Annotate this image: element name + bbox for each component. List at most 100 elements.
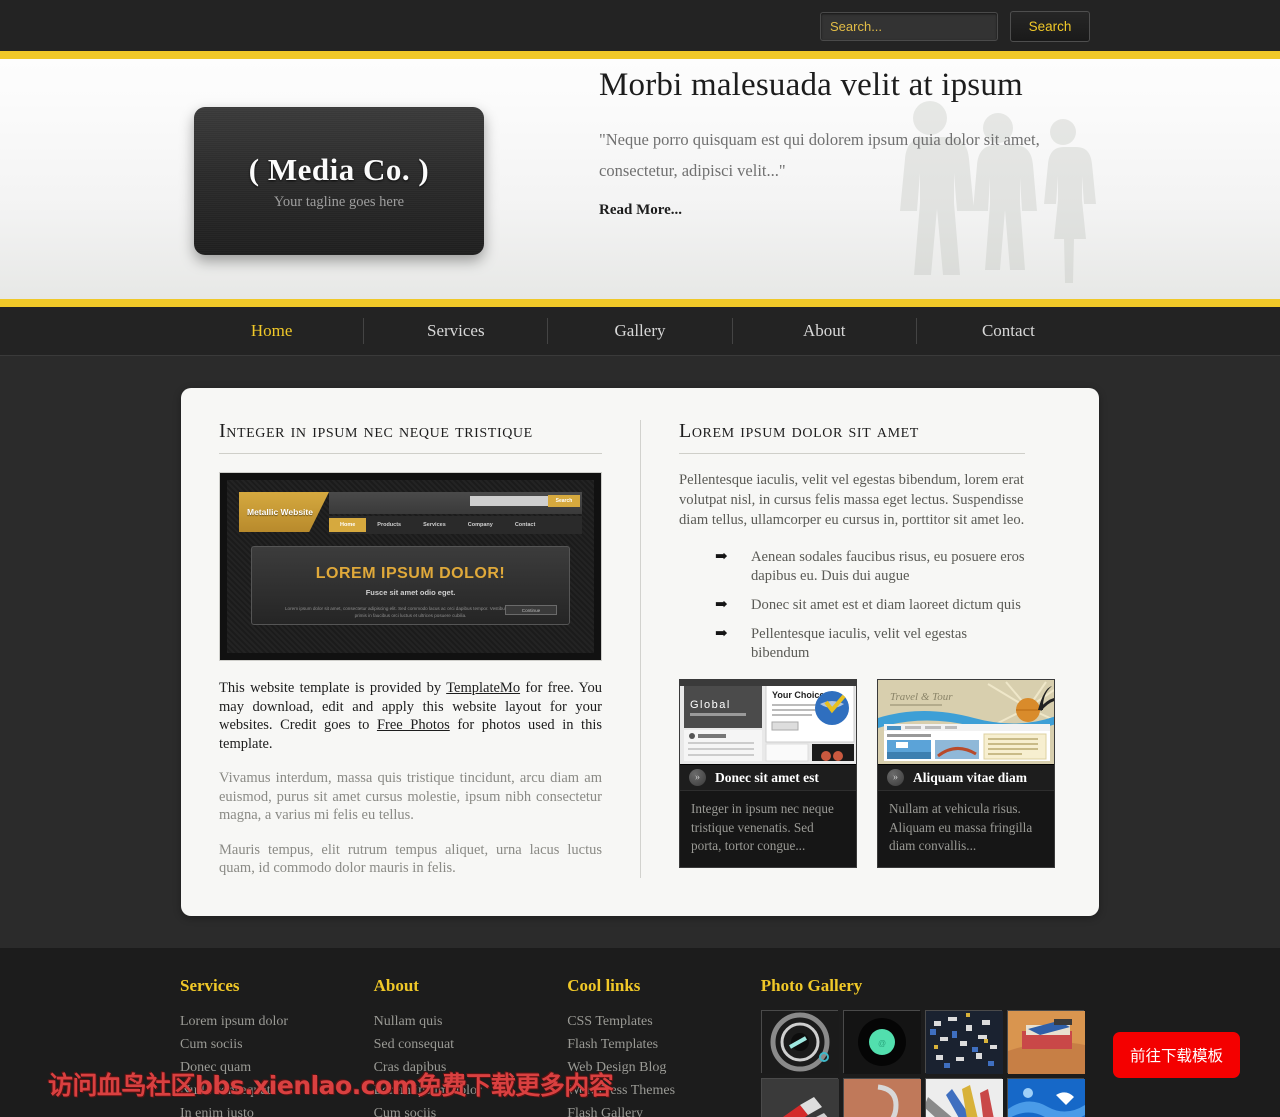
footer-list-item: Sed consequat [374, 1033, 552, 1056]
watermark-text: 访问血鸟社区bbs.xienlao.com免费下载更多内容 [48, 1070, 614, 1100]
left-column: Integer in ipsum nec neque tristique Met… [219, 420, 602, 878]
thumb-global: Global Your Choice [680, 680, 856, 764]
site-footer: Services Lorem ipsum dolor Cum sociis Donec… [0, 947, 1280, 1117]
main-navigation-bar: Home Services Gallery About Contact [0, 307, 1280, 356]
footer-link[interactable]: Sed consequat [374, 1033, 552, 1056]
screenshot-nav-item: Home [329, 518, 367, 532]
footer-link[interactable]: Nullam quis [374, 1010, 552, 1033]
footer-list-item: Flash Templates [567, 1033, 745, 1056]
promo-card-thumbnail: Travel & Tour [878, 680, 1054, 765]
screenshot-nav-item: Company [467, 522, 493, 528]
gallery-thumbnail[interactable] [760, 1009, 839, 1074]
footer-list-item: Cum sociis [180, 1033, 358, 1056]
arrow-right-icon: ➡ [715, 626, 728, 642]
footer-link[interactable]: Flash Templates [567, 1033, 745, 1056]
footer-list-item: Flash Gallery [567, 1102, 745, 1117]
feature-list-item: ➡ Aenean sodales faucibus risus, eu posue… [679, 548, 1025, 586]
screenshot-search-field [470, 496, 548, 506]
screenshot-inner: Metallic Website Search Home Products Serv… [227, 480, 594, 653]
gallery-thumbnail[interactable] [923, 1077, 1003, 1117]
banner-quote: "Neque porro quisquam est qui dolorem ip… [599, 130, 1040, 180]
right-section-heading: Lorem ipsum dolor sit amet [679, 420, 1025, 454]
search-input[interactable] [820, 12, 998, 41]
screenshot-search-button: Search [548, 495, 580, 507]
credit-paragraph: This website template is provided by Tem… [219, 679, 602, 753]
thumb-travel: Travel & Tour [878, 680, 1054, 764]
download-template-button[interactable]: 前往下载模板 [1112, 1031, 1240, 1078]
nav-item-services[interactable]: Services [364, 318, 549, 344]
main-navigation: Home Services Gallery About Contact [180, 307, 1100, 355]
svg-text:Travel & Tour: Travel & Tour [890, 691, 953, 703]
free-photos-link[interactable]: Free Photos [377, 717, 450, 733]
footer-link[interactable]: Cum sociis [180, 1033, 358, 1056]
gallery-thumbnail[interactable]: @ [842, 1009, 921, 1074]
gallery-grid: @ [760, 1009, 1100, 1117]
templatemo-link[interactable]: TemplateMo [446, 680, 520, 696]
top-search-bar: Search [0, 0, 1280, 51]
promo-card-header: » Aliquam vitae diam [878, 765, 1054, 791]
screenshot-hero: LOREM IPSUM DOLOR! Fusce sit amet odio e… [251, 546, 570, 625]
right-column: Lorem ipsum dolor sit amet Pellentesque … [640, 420, 1055, 878]
feature-list-item: ➡ Pellentesque iaculis, velit vel egestas… [679, 625, 1025, 663]
footer-list-item: Cum sociis [374, 1102, 552, 1117]
footer-list-item: Lorem ipsum dolor [180, 1010, 358, 1033]
footer-column-heading: About [373, 975, 419, 995]
promo-card-thumbnail: Global Your Choice [680, 680, 856, 765]
footer-list-item: Nullam quis [374, 1010, 552, 1033]
screenshot-headline: LOREM IPSUM DOLOR! [315, 565, 506, 582]
footer-link[interactable]: Cum sociis [374, 1102, 552, 1117]
credit-text-a: This website template is provided by [219, 680, 447, 696]
promo-card-header: » Donec sit amet est [680, 765, 856, 791]
footer-link[interactable]: CSS Templates [567, 1010, 745, 1033]
nav-item-contact[interactable]: Contact [917, 318, 1100, 344]
footer-link[interactable]: In enim justo [180, 1102, 358, 1117]
screenshot-nav-item: Contact [514, 522, 536, 528]
gallery-thumbnail[interactable] [842, 1077, 921, 1117]
site-logo[interactable]: ( Media Co. ) Your tagline goes here [194, 107, 484, 255]
nav-item-about[interactable]: About [733, 318, 917, 344]
footer-column-heading: Cool links [567, 975, 641, 995]
gallery-thumbnail[interactable] [1006, 1009, 1085, 1074]
left-paragraph-3: Mauris tempus, elit rutrum tempus alique… [219, 841, 602, 877]
screenshot-subhead: Fusce sit amet odio eget. [365, 588, 456, 597]
footer-link[interactable]: Flash Gallery [567, 1102, 745, 1117]
header-banner: ( Media Co. ) Your tagline goes here Mor… [0, 59, 1280, 299]
gallery-thumbnail[interactable] [760, 1077, 839, 1117]
banner-text-block: Morbi malesuada velit at ipsum "Neque po… [599, 67, 1159, 219]
logo-title: ( Media Co. ) [248, 151, 430, 187]
promo-card-text: Nullam at vehicula risus. Aliquam eu mas… [889, 801, 1033, 853]
feature-list-item-label: Aenean sodales faucibus risus, eu posuer… [751, 549, 1025, 584]
footer-list-item: CSS Templates [567, 1010, 745, 1033]
promo-card[interactable]: Travel & Tour » Aliquam vitae diam Nullam … [877, 679, 1055, 868]
read-more-link[interactable]: Read More... [599, 202, 682, 219]
search-button[interactable]: Search [1010, 11, 1090, 42]
nav-item-home[interactable]: Home [180, 318, 365, 344]
logo-tagline: Your tagline goes here [273, 193, 405, 210]
chevron-double-right-icon: » [689, 769, 706, 786]
svg-text:Global: Global [690, 699, 731, 711]
screenshot-cta: Continue [505, 605, 557, 615]
gallery-heading: Photo Gallery [760, 975, 863, 995]
promo-card-title: Donec sit amet est [715, 769, 819, 785]
accent-rule-top [0, 51, 1280, 59]
gallery-thumbnail[interactable] [924, 1009, 1003, 1074]
featured-screenshot[interactable]: Metallic Website Search Home Products Serv… [219, 472, 602, 661]
nav-item-gallery[interactable]: Gallery [548, 318, 733, 344]
accent-rule-bottom [0, 299, 1280, 307]
footer-link[interactable]: Lorem ipsum dolor [180, 1010, 358, 1033]
feature-list-item-label: Pellentesque iaculis, velit vel egestas … [751, 626, 968, 661]
promo-card-text: Integer in ipsum nec neque tristique ven… [691, 801, 834, 853]
screenshot-nav-item: Products [377, 522, 402, 528]
feature-list: ➡ Aenean sodales faucibus risus, eu posue… [679, 548, 1025, 663]
arrow-right-icon: ➡ [715, 549, 728, 565]
left-section-heading: Integer in ipsum nec neque tristique [219, 420, 602, 454]
content-stage: Integer in ipsum nec neque tristique Met… [0, 356, 1280, 916]
footer-list-item: In enim justo [180, 1102, 358, 1117]
gallery-thumbnail[interactable] [1006, 1077, 1085, 1117]
chevron-double-right-icon: » [887, 769, 904, 786]
screenshot-nav: Home Products Services Company Contact [329, 516, 582, 534]
banner-heading: Morbi malesuada velit at ipsum [599, 67, 1023, 103]
feature-list-item-label: Donec sit amet est et diam laoreet dictu… [751, 597, 1021, 613]
promo-card[interactable]: Global Your Choice » Donec sit amet est In… [679, 679, 857, 868]
footer-column-heading: Services [180, 975, 240, 995]
